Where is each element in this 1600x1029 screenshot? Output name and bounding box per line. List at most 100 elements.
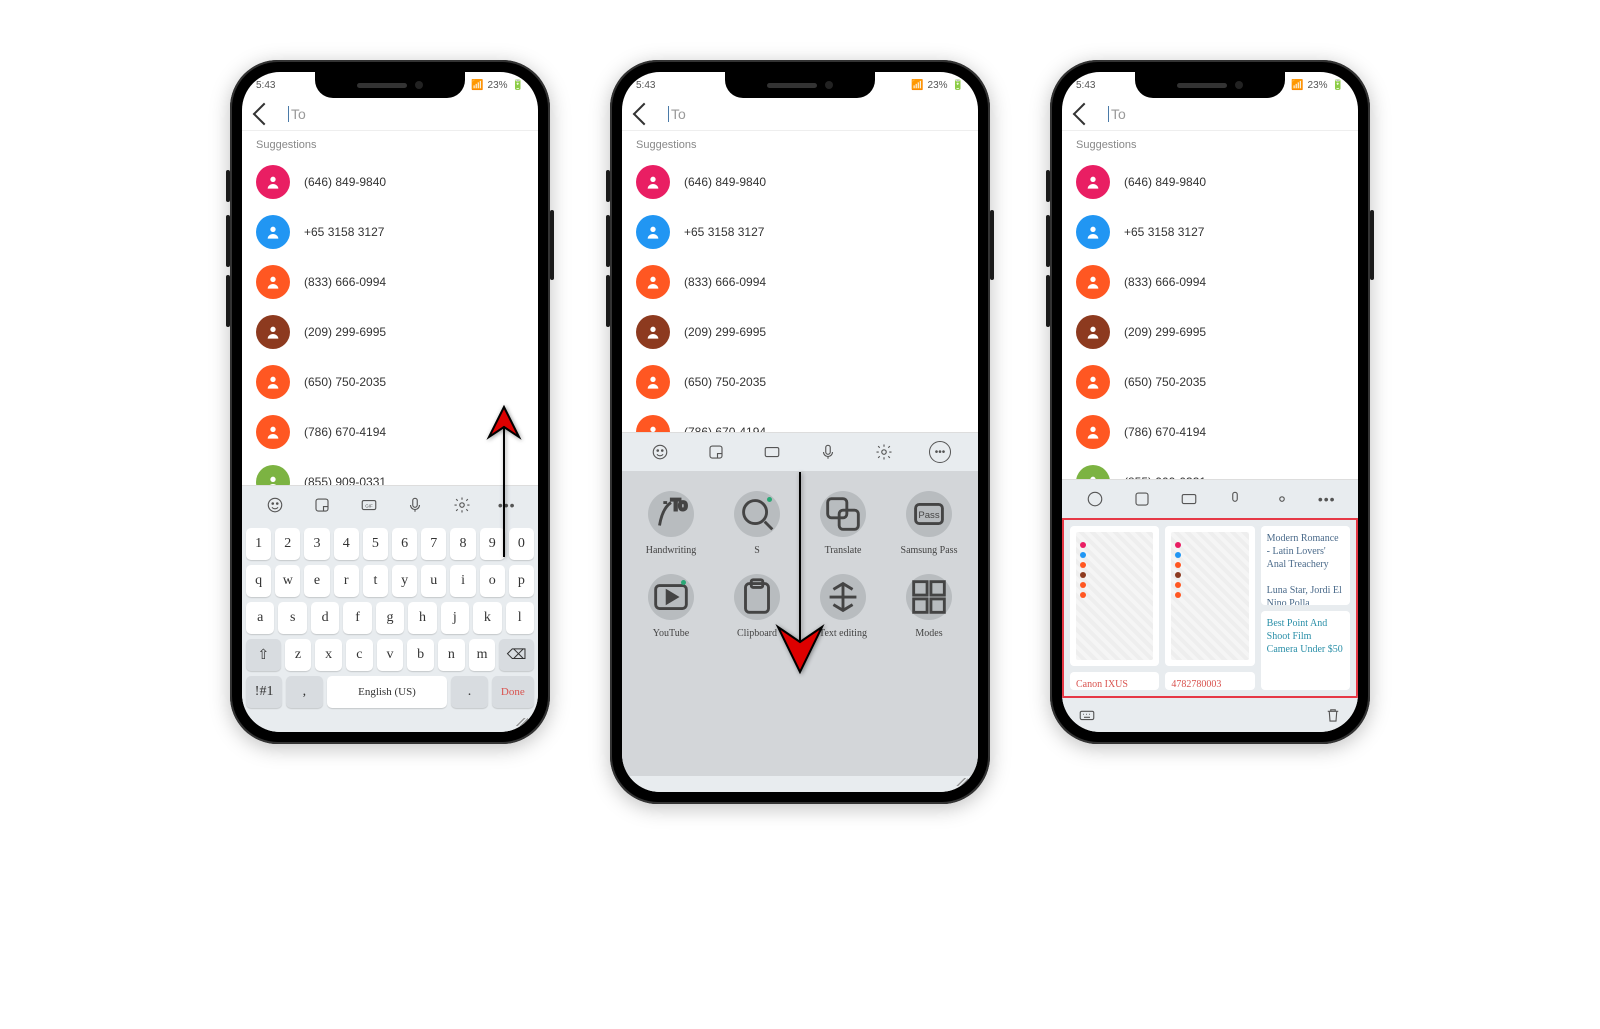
trash-icon[interactable]: [1322, 704, 1344, 726]
key[interactable]: g: [376, 602, 404, 634]
key[interactable]: c: [346, 639, 373, 671]
key[interactable]: z: [285, 639, 312, 671]
key[interactable]: i: [450, 565, 475, 597]
mic-icon[interactable]: [1224, 488, 1246, 510]
key[interactable]: v: [377, 639, 404, 671]
resize-handle-icon[interactable]: [516, 718, 528, 726]
contact-item[interactable]: (650) 750-2035: [242, 357, 538, 407]
tool-youtube[interactable]: YouTube: [632, 574, 710, 639]
contact-item[interactable]: (786) 670-4194: [1062, 407, 1358, 457]
key[interactable]: 6: [392, 528, 417, 560]
key[interactable]: m: [469, 639, 496, 671]
contact-item[interactable]: (646) 849-9840: [622, 157, 978, 207]
resize-handle-icon[interactable]: [956, 778, 968, 786]
key[interactable]: p: [509, 565, 534, 597]
comma-key[interactable]: ,: [286, 676, 322, 708]
emoji-icon[interactable]: [649, 441, 671, 463]
symbols-key[interactable]: !#1: [246, 676, 282, 708]
contact-item[interactable]: (786) 670-4194: [242, 407, 538, 457]
contact-item[interactable]: (209) 299-6995: [242, 307, 538, 357]
key[interactable]: r: [334, 565, 359, 597]
sticker-icon[interactable]: [1131, 488, 1153, 510]
mic-icon[interactable]: [404, 494, 426, 516]
done-key[interactable]: Done: [492, 676, 534, 708]
clipboard-item-text[interactable]: Modern Romance - Latin Lovers' Anal Trea…: [1261, 526, 1350, 605]
key[interactable]: 0: [509, 528, 534, 560]
key[interactable]: x: [315, 639, 342, 671]
key[interactable]: b: [407, 639, 434, 671]
contact-item[interactable]: +65 3158 3127: [1062, 207, 1358, 257]
contact-item[interactable]: (209) 299-6995: [1062, 307, 1358, 357]
backspace-key[interactable]: ⌫: [499, 639, 534, 671]
key[interactable]: k: [473, 602, 501, 634]
key[interactable]: q: [246, 565, 271, 597]
key[interactable]: u: [421, 565, 446, 597]
contact-item[interactable]: (855) 909-0331: [242, 457, 538, 485]
key[interactable]: s: [278, 602, 306, 634]
back-icon[interactable]: [253, 103, 276, 126]
back-icon[interactable]: [1073, 103, 1096, 126]
sticker-icon[interactable]: [311, 494, 333, 516]
key[interactable]: h: [408, 602, 436, 634]
keyboard-icon[interactable]: [1076, 704, 1098, 726]
contact-item[interactable]: (646) 849-9840: [242, 157, 538, 207]
emoji-icon[interactable]: [264, 494, 286, 516]
gif-icon[interactable]: [761, 441, 783, 463]
key[interactable]: e: [304, 565, 329, 597]
tool-samsung-pass[interactable]: PassSamsung Pass: [890, 491, 968, 556]
key[interactable]: 1: [246, 528, 271, 560]
contacts-list[interactable]: (646) 849-9840+65 3158 3127(833) 666-099…: [622, 157, 978, 432]
back-icon[interactable]: [633, 103, 656, 126]
shift-key[interactable]: ⇧: [246, 639, 281, 671]
gear-icon[interactable]: [1271, 488, 1293, 510]
contact-item[interactable]: (855) 909-0331: [1062, 457, 1358, 479]
tool-clipboard[interactable]: Clipboard: [718, 574, 796, 639]
clipboard-item-link[interactable]: Best Point And Shoot Film Camera Under $…: [1261, 611, 1350, 690]
key[interactable]: 3: [304, 528, 329, 560]
key[interactable]: 9: [480, 528, 505, 560]
key[interactable]: 7: [421, 528, 446, 560]
contact-item[interactable]: +65 3158 3127: [242, 207, 538, 257]
period-key[interactable]: .: [451, 676, 487, 708]
tool-handwriting[interactable]: ToHandwriting: [632, 491, 710, 556]
key[interactable]: n: [438, 639, 465, 671]
key[interactable]: 5: [363, 528, 388, 560]
key[interactable]: 8: [450, 528, 475, 560]
contact-item[interactable]: +65 3158 3127: [622, 207, 978, 257]
key[interactable]: f: [343, 602, 371, 634]
contact-item[interactable]: (650) 750-2035: [1062, 357, 1358, 407]
key[interactable]: l: [506, 602, 534, 634]
mic-icon[interactable]: [817, 441, 839, 463]
contact-item[interactable]: (833) 666-0994: [622, 257, 978, 307]
contacts-list[interactable]: (646) 849-9840+65 3158 3127(833) 666-099…: [1062, 157, 1358, 479]
key[interactable]: y: [392, 565, 417, 597]
tool-modes[interactable]: Modes: [890, 574, 968, 639]
gear-icon[interactable]: [451, 494, 473, 516]
contact-item[interactable]: (833) 666-0994: [242, 257, 538, 307]
key[interactable]: t: [363, 565, 388, 597]
clipboard-item-text[interactable]: Canon IXUS: [1070, 672, 1159, 690]
emoji-icon[interactable]: [1084, 488, 1106, 510]
qwerty-keyboard[interactable]: 1234567890qwertyuiopasdfghjkl⇧zxcvbnm⌫ !…: [242, 524, 538, 716]
key[interactable]: 2: [275, 528, 300, 560]
more-icon[interactable]: •••: [1318, 491, 1336, 507]
space-key[interactable]: English (US): [327, 676, 448, 708]
clipboard-item-image[interactable]: [1070, 526, 1159, 666]
key[interactable]: a: [246, 602, 274, 634]
gif-icon[interactable]: [1178, 488, 1200, 510]
to-field[interactable]: To: [288, 106, 306, 122]
sticker-icon[interactable]: [705, 441, 727, 463]
contact-item[interactable]: (650) 750-2035: [622, 357, 978, 407]
clipboard-item-image[interactable]: [1165, 526, 1254, 666]
contact-item[interactable]: (833) 666-0994: [1062, 257, 1358, 307]
more-icon[interactable]: •••: [498, 497, 516, 513]
tool-translate[interactable]: Translate: [804, 491, 882, 556]
key[interactable]: w: [275, 565, 300, 597]
to-field[interactable]: To: [668, 106, 686, 122]
key[interactable]: j: [441, 602, 469, 634]
to-field[interactable]: To: [1108, 106, 1126, 122]
tool-text-editing[interactable]: Text editing: [804, 574, 882, 639]
tool-s[interactable]: S: [718, 491, 796, 556]
clipboard-item-text[interactable]: 4782780003: [1165, 672, 1254, 690]
gear-icon[interactable]: [873, 441, 895, 463]
